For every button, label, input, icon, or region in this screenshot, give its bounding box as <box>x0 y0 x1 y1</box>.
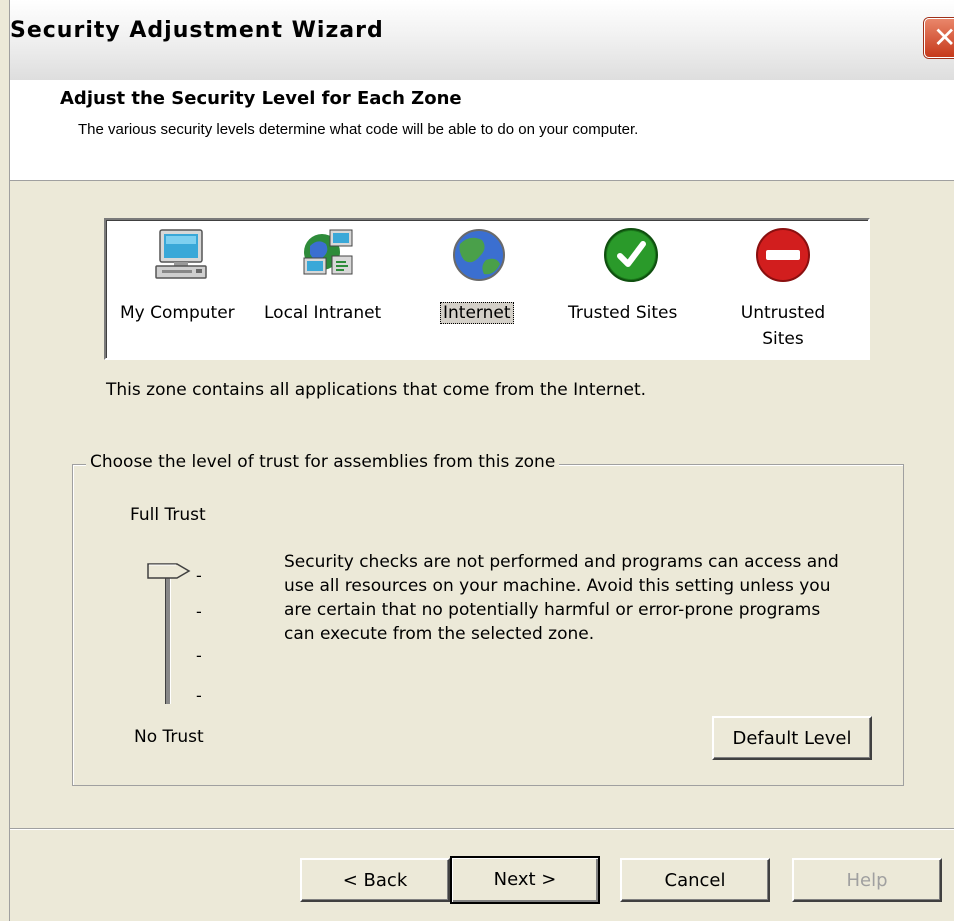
slider-tick: - <box>196 566 202 585</box>
checkmark-icon <box>604 228 658 282</box>
full-trust-label: Full Trust <box>130 505 206 525</box>
trust-slider-track[interactable] <box>165 570 171 704</box>
cancel-button-label: Cancel <box>664 870 726 891</box>
zone-label: My Computer <box>120 303 235 323</box>
no-entry-icon <box>756 228 810 282</box>
no-trust-label: No Trust <box>134 727 204 747</box>
wizard-window: Security Adjustment Wizard ✕ Adjust the … <box>0 0 954 921</box>
back-button[interactable]: < Back <box>300 858 450 902</box>
separator <box>10 828 954 830</box>
next-button-label: Next > <box>493 869 557 890</box>
zone-label-wrap: Internet <box>440 300 514 326</box>
zone-label-line2: Sites <box>762 329 804 349</box>
trust-slider-thumb[interactable] <box>147 563 191 579</box>
title-bar[interactable]: Security Adjustment Wizard ✕ <box>0 0 954 80</box>
window-title: Security Adjustment Wizard <box>10 18 384 43</box>
zone-label: Local Intranet <box>264 303 382 323</box>
window-border <box>0 0 10 921</box>
network-icon <box>303 229 353 275</box>
globe-icon <box>453 229 505 281</box>
wizard-header: Adjust the Security Level for Each Zone … <box>0 80 954 181</box>
slider-tick: - <box>196 602 202 621</box>
zone-label: Untrusted Sites <box>734 300 832 352</box>
computer-icon <box>155 229 207 279</box>
close-icon: ✕ <box>933 21 954 54</box>
zone-label: Trusted Sites <box>568 303 678 323</box>
help-button-label: Help <box>846 870 888 891</box>
zone-list: My Computer Local Intranet Internet Trus… <box>104 218 870 360</box>
help-button[interactable]: Help <box>792 858 942 902</box>
zone-label: Internet <box>440 302 514 324</box>
trust-group-title: Choose the level of trust for assemblies… <box>86 452 560 472</box>
next-button[interactable]: Next > <box>450 856 600 904</box>
zone-description: This zone contains all applications that… <box>106 380 647 400</box>
default-level-button[interactable]: Default Level <box>712 716 872 760</box>
back-button-label: < Back <box>342 870 408 891</box>
cancel-button[interactable]: Cancel <box>620 858 770 902</box>
page-title: Adjust the Security Level for Each Zone <box>60 88 462 109</box>
slider-tick: - <box>196 646 202 665</box>
slider-tick: - <box>196 686 202 705</box>
close-button[interactable]: ✕ <box>924 18 954 58</box>
zone-label-line1: Untrusted <box>740 303 826 323</box>
trust-level-description: Security checks are not performed and pr… <box>284 552 839 644</box>
page-subtitle: The various security levels determine wh… <box>78 121 639 138</box>
